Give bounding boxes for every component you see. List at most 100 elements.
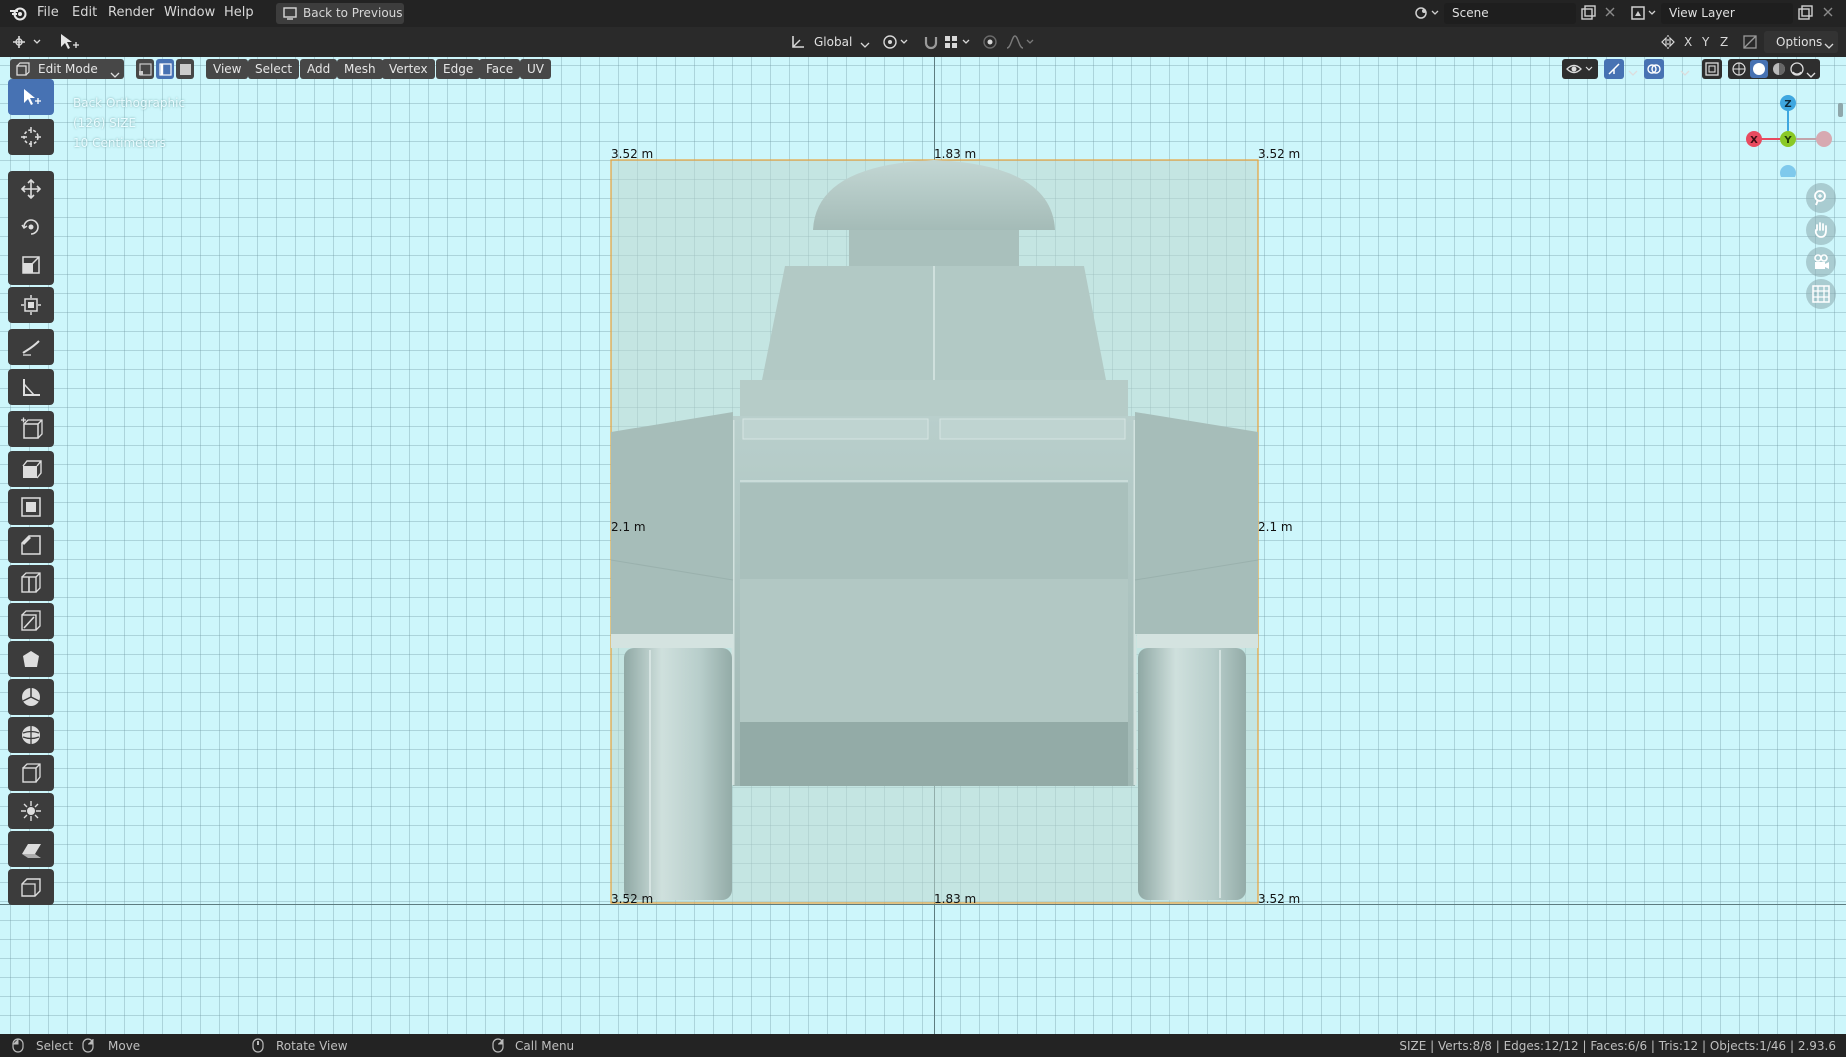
tool-spin[interactable]: [8, 679, 54, 715]
tool-cursor[interactable]: [8, 119, 54, 155]
xray-toggle[interactable]: [1702, 59, 1722, 79]
view-menu[interactable]: View: [206, 59, 249, 79]
mirror-z-toggle[interactable]: Z: [1720, 35, 1728, 49]
vertical-scrollbar[interactable]: [1838, 103, 1843, 117]
tool-settings-bar: Global X Y Z Options: [0, 27, 1846, 57]
tool-shrink-fatten[interactable]: [8, 793, 54, 829]
uv-menu[interactable]: UV: [520, 59, 551, 79]
gizmo-toggle[interactable]: [1604, 59, 1624, 79]
menu-render[interactable]: Render: [108, 5, 154, 20]
new-scene-icon[interactable]: [1580, 5, 1596, 21]
menu-file[interactable]: File: [37, 5, 59, 20]
select-cursor-icon: [20, 86, 42, 108]
tool-poly-build[interactable]: [8, 641, 54, 677]
dim-top-left: 3.52 m: [611, 147, 654, 161]
select-menu[interactable]: Select: [248, 59, 300, 79]
mesh-menu[interactable]: Mesh: [337, 59, 383, 79]
snap-magnet-icon[interactable]: [922, 34, 940, 50]
wireframe-shading-icon[interactable]: [1732, 62, 1746, 76]
mirror-x-toggle[interactable]: X: [1684, 35, 1692, 49]
gizmo-chevron-down-icon[interactable]: [1628, 66, 1638, 76]
mirror-y-toggle[interactable]: Y: [1702, 35, 1709, 49]
new-view-layer-icon[interactable]: [1797, 5, 1813, 21]
edge-menu[interactable]: Edge: [436, 59, 481, 79]
select-box-tool-icon[interactable]: [58, 32, 80, 52]
menu-window[interactable]: Window: [164, 5, 215, 20]
shading-chevron-down-icon[interactable]: [1806, 65, 1816, 78]
tool-select-box[interactable]: [8, 79, 54, 115]
poly-build-icon: [20, 648, 42, 670]
edge-select-mode-button[interactable]: [156, 59, 174, 79]
menu-help[interactable]: Help: [224, 5, 254, 20]
perspective-toggle-button[interactable]: [1806, 279, 1836, 309]
rendered-shading-icon[interactable]: [1790, 62, 1804, 76]
vertex-menu[interactable]: Vertex: [382, 59, 435, 79]
face-menu[interactable]: Face: [479, 59, 521, 79]
zoom-button[interactable]: [1806, 183, 1836, 213]
gizmo-z-label: Z: [1784, 99, 1791, 110]
zoom-magnifier-icon: [1812, 189, 1830, 207]
tool-add-cube[interactable]: [8, 411, 54, 447]
edit-mode-icon: [16, 62, 30, 76]
view-name-label: Back Orthographic: [73, 96, 186, 110]
tool-move[interactable]: [8, 171, 54, 207]
tool-smooth[interactable]: [8, 717, 54, 753]
tool-rip-region[interactable]: [8, 869, 54, 905]
tool-knife[interactable]: [8, 603, 54, 639]
remove-view-layer-icon[interactable]: [1822, 6, 1834, 18]
material-shading-icon[interactable]: [1772, 62, 1786, 76]
view-layer-field[interactable]: View Layer: [1661, 3, 1793, 24]
vertex-select-mode-button[interactable]: [136, 59, 154, 79]
mouse-middle-icon: [82, 1038, 94, 1053]
proportional-editing-icon[interactable]: [982, 34, 998, 50]
tool-transform[interactable]: [8, 287, 54, 323]
object-label: (126) SIZE: [73, 116, 137, 130]
solid-shading-icon[interactable]: [1750, 60, 1768, 78]
tool-loop-cut[interactable]: [8, 565, 54, 601]
tool-inset[interactable]: [8, 489, 54, 525]
orientation-chevron-down-icon[interactable]: [860, 38, 870, 48]
scene-name-field[interactable]: Scene: [1444, 3, 1576, 24]
shading-mode-group: [1728, 59, 1820, 79]
tool-bevel[interactable]: [8, 527, 54, 563]
back-to-previous-button[interactable]: Back to Previous: [276, 3, 404, 24]
menu-edit[interactable]: Edit: [72, 5, 97, 20]
visibility-dropdown[interactable]: [1562, 59, 1598, 79]
3d-viewport[interactable]: Back Orthographic (126) SIZE 10 Centimet…: [0, 57, 1846, 1034]
tool-extrude[interactable]: [8, 451, 54, 487]
add-menu[interactable]: Add: [300, 59, 338, 79]
camera-view-button[interactable]: [1806, 247, 1836, 277]
falloff-curve-icon[interactable]: [1006, 34, 1036, 50]
mode-dropdown[interactable]: Edit Mode: [10, 59, 124, 79]
tool-rotate[interactable]: [8, 209, 54, 245]
snap-target-icon[interactable]: [944, 34, 974, 50]
tank-model[interactable]: [0, 57, 1846, 1034]
tool-scale[interactable]: [8, 247, 54, 283]
view-layer-icon[interactable]: [1630, 5, 1658, 21]
blender-logo-icon[interactable]: [9, 5, 27, 21]
overlays-chevron-down-icon[interactable]: [1680, 66, 1690, 76]
tool-shear[interactable]: [8, 831, 54, 867]
pan-button[interactable]: [1806, 215, 1836, 245]
tool-measure[interactable]: [8, 369, 54, 405]
status-move-label: Move: [108, 1039, 141, 1053]
pivot-point-icon[interactable]: [882, 34, 910, 50]
remove-scene-icon[interactable]: [1604, 6, 1616, 18]
rotate-icon: [20, 216, 42, 238]
mirror-options-icon[interactable]: [1660, 34, 1676, 50]
tool-edge-slide[interactable]: [8, 755, 54, 791]
dim-top-center: 1.83 m: [934, 147, 977, 161]
options-dropdown[interactable]: Options: [1764, 31, 1838, 53]
shear-icon: [20, 838, 42, 860]
scene-selector-icon[interactable]: [1414, 5, 1440, 21]
uv-sync-icon[interactable]: [1742, 34, 1758, 50]
editor-type-icon[interactable]: [10, 33, 44, 51]
transform-orientation-dropdown[interactable]: Global: [814, 35, 852, 49]
options-chevron-down-icon: [1824, 39, 1834, 49]
right-wheel: [1138, 648, 1246, 900]
navigation-gizmo[interactable]: Z X Y: [1740, 77, 1840, 177]
face-select-mode-button[interactable]: [176, 59, 194, 79]
overlays-toggle[interactable]: [1644, 59, 1664, 79]
tool-annotate[interactable]: [8, 329, 54, 365]
top-menu-bar: File Edit Render Window Help Back to Pre…: [0, 0, 1846, 27]
